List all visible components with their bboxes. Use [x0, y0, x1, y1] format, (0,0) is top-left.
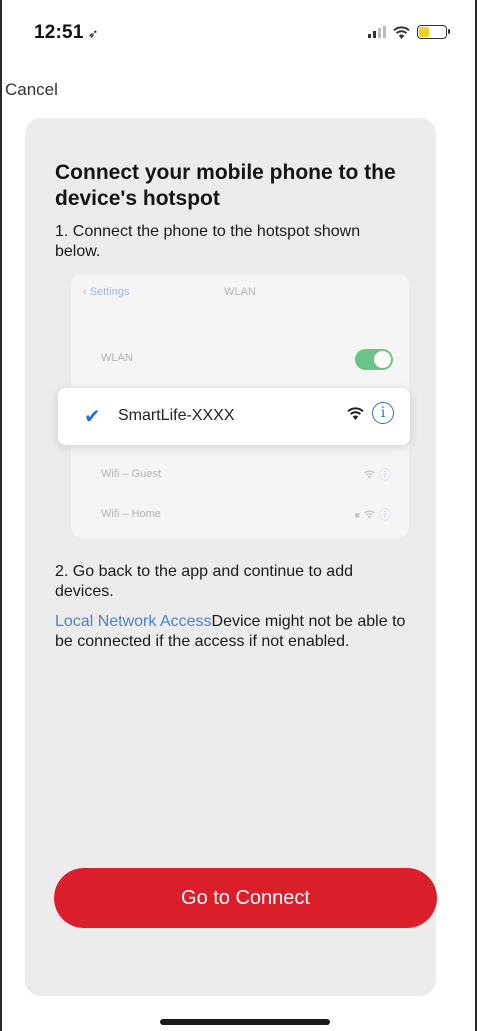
instruction-card: Connect your mobile phone to the device'… [25, 118, 436, 996]
wifi-icon [364, 508, 375, 522]
network-name: Wifi – Guest [101, 468, 161, 480]
home-indicator [160, 1019, 330, 1025]
wlan-toggle [355, 349, 393, 370]
battery-level [419, 27, 429, 37]
checkmark-icon: ✔ [84, 406, 101, 428]
step-2-text: 2. Go back to the app and continue to ad… [55, 563, 353, 600]
selected-network-row: ✔ SmartLife-XXXX i [58, 388, 410, 445]
status-bar: 12:51 ➶ [0, 0, 477, 58]
network-name: Wifi – Home [101, 508, 161, 520]
location-arrow-icon: ➶ [87, 26, 99, 41]
step-1-text: 1. Connect the phone to the hotspot show… [55, 223, 361, 260]
info-icon: i [372, 402, 394, 424]
illustration-nav-title: WLAN [224, 286, 256, 298]
local-network-access-link[interactable]: Local Network Access [55, 613, 212, 630]
selected-network-icons: i [347, 402, 394, 424]
wifi-icon [364, 468, 375, 482]
status-icons [368, 22, 450, 42]
network-row-home: Wifi – Home ■ ⓘ [71, 500, 409, 530]
network-icons: ■ ⓘ [355, 506, 391, 523]
go-to-connect-button[interactable]: Go to Connect [54, 868, 437, 928]
page-title: Connect your mobile phone to the device'… [55, 161, 396, 210]
cancel-button[interactable]: Cancel [5, 80, 58, 100]
local-network-note: Local Network AccessDevice might not be … [55, 612, 410, 652]
battery-icon [417, 25, 450, 39]
wifi-icon [347, 406, 364, 420]
network-row-guest: Wifi – Guest ⓘ [71, 460, 409, 490]
status-time: 12:51 ➶ [34, 22, 99, 43]
cellular-signal-icon [368, 26, 386, 38]
info-icon: ⓘ [378, 508, 391, 522]
toggle-knob [374, 351, 391, 368]
illustration-nav-bar: ‹ Settings WLAN [71, 274, 409, 312]
info-icon: ⓘ [378, 468, 391, 482]
network-icons: ⓘ [364, 466, 391, 483]
lock-icon: ■ [354, 509, 360, 520]
illustration-wlan-label: WLAN [101, 352, 133, 364]
selected-network-name: SmartLife-XXXX [118, 407, 235, 424]
wifi-icon [393, 25, 410, 39]
illustration-wlan-row: WLAN [71, 340, 409, 378]
